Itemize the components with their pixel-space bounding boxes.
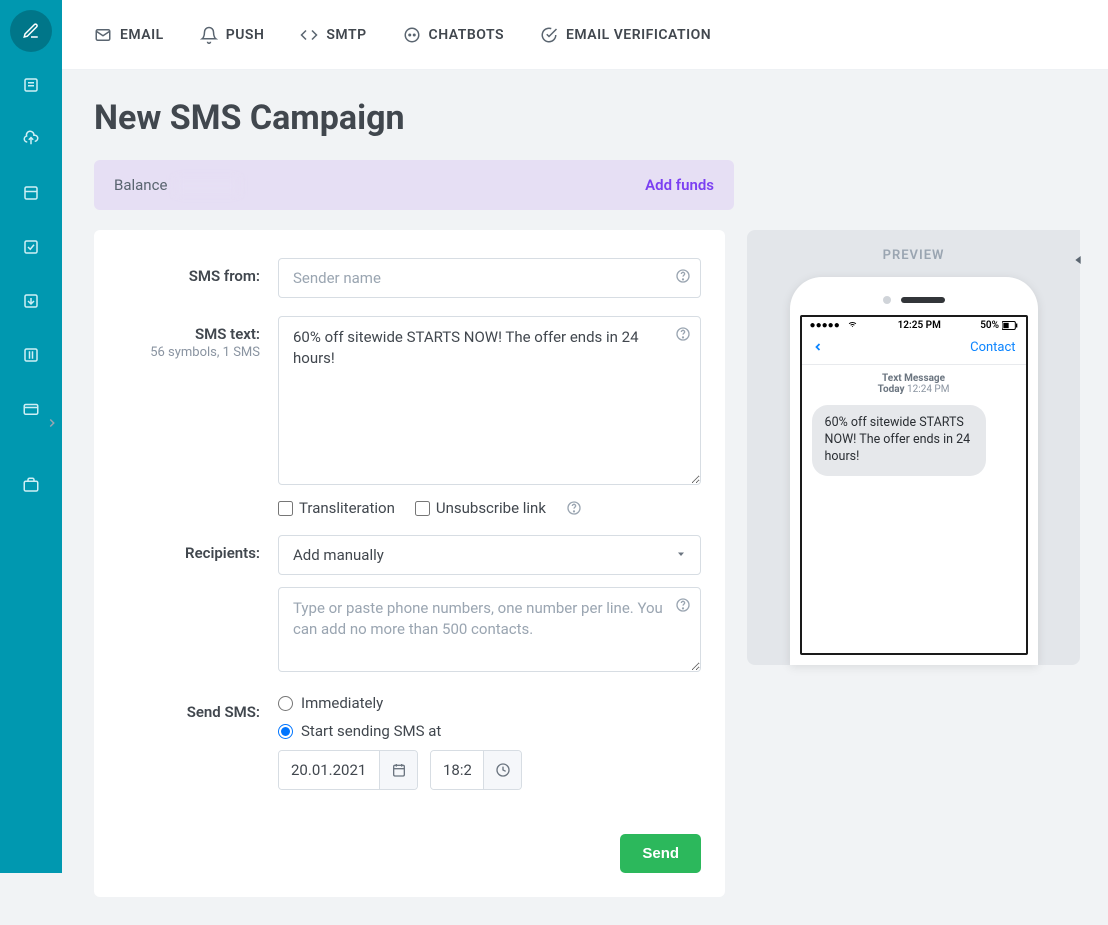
calendar-icon: [391, 762, 407, 778]
help-icon[interactable]: [675, 597, 691, 613]
unsubscribe-input[interactable]: [415, 501, 430, 516]
preview-panel: PREVIEW ●●●●● 12:25 PM 50%: [747, 230, 1080, 665]
help-icon[interactable]: [675, 268, 691, 284]
ab-icon: [22, 346, 40, 364]
templates-icon: [22, 184, 40, 202]
radio-immediately-input[interactable]: [278, 696, 293, 711]
sidebar: [0, 0, 62, 873]
sms-from-input[interactable]: [278, 258, 701, 298]
transliteration-input[interactable]: [278, 501, 293, 516]
date-input[interactable]: [279, 751, 379, 789]
unsubscribe-checkbox[interactable]: Unsubscribe link: [415, 499, 546, 517]
phone-battery-pct: 50%: [980, 320, 999, 331]
compose-icon: [22, 22, 40, 40]
preview-title: PREVIEW: [883, 248, 945, 263]
sidebar-item-briefcase[interactable]: [10, 464, 52, 506]
topnav-label: PUSH: [226, 27, 265, 43]
preview-collapse-icon[interactable]: [1070, 248, 1086, 272]
phone-time: 12:25 PM: [898, 320, 941, 331]
radio-scheduled-input[interactable]: [278, 724, 293, 739]
sidebar-item-compose[interactable]: [10, 10, 52, 52]
transliteration-label: Transliteration: [299, 499, 395, 517]
sms-text-input[interactable]: 60% off sitewide STARTS NOW! The offer e…: [278, 316, 701, 485]
phone-nav-bar: Contact: [802, 334, 1026, 365]
forms-icon: [22, 238, 40, 256]
topnav-label: EMAIL VERIFICATION: [566, 27, 711, 43]
recipients-label: Recipients:: [118, 535, 278, 562]
topnav-label: SMTP: [326, 27, 366, 43]
radio-immediately[interactable]: Immediately: [278, 694, 701, 712]
phone-contact: Contact: [970, 340, 1015, 355]
email-icon: [94, 26, 112, 44]
time-input[interactable]: [431, 751, 483, 789]
topnav-label: CHATBOTS: [429, 27, 504, 43]
balance-value-blurred: [175, 178, 239, 194]
sidebar-item-ab[interactable]: [10, 334, 52, 376]
sms-text-counter: 56 symbols, 1 SMS: [118, 345, 260, 360]
topnav-verification[interactable]: EMAIL VERIFICATION: [540, 26, 711, 44]
phone-msg-bubble: 60% off sitewide STARTS NOW! The offer e…: [812, 405, 986, 476]
topnav-chatbots[interactable]: CHATBOTS: [403, 26, 504, 44]
balance-label: Balance: [114, 176, 167, 194]
page-title: New SMS Campaign: [94, 98, 1080, 138]
phone-msg-header: Text Message Today 12:24 PM: [802, 365, 1026, 401]
send-sms-label: Send SMS:: [118, 694, 278, 721]
back-icon: [812, 338, 824, 356]
recipients-select[interactable]: Add manually: [278, 535, 701, 575]
help-icon[interactable]: [675, 326, 691, 342]
phone-screen: ●●●●● 12:25 PM 50% Contact: [800, 315, 1028, 655]
sidebar-expand-icon[interactable]: [45, 416, 59, 430]
payments-icon: [22, 400, 40, 418]
briefcase-icon: [22, 476, 40, 494]
topnav-email[interactable]: EMAIL: [94, 26, 164, 44]
main: New SMS Campaign Balance Add funds SMS f…: [62, 70, 1108, 925]
topnav-push[interactable]: PUSH: [200, 26, 265, 44]
topnav-label: EMAIL: [120, 27, 164, 43]
form-card: SMS from: SMS text: 56 symbols, 1 SMS 60…: [94, 230, 725, 897]
phone-notch: [800, 291, 1028, 307]
upload-icon: [22, 130, 40, 148]
transliteration-checkbox[interactable]: Transliteration: [278, 499, 395, 517]
radio-scheduled-label: Start sending SMS at: [301, 722, 441, 740]
clock-button[interactable]: [483, 751, 521, 789]
help-icon[interactable]: [566, 500, 582, 516]
sidebar-item-automation[interactable]: [10, 280, 52, 322]
clock-icon: [495, 762, 511, 778]
sidebar-item-lists[interactable]: [10, 64, 52, 106]
radio-scheduled[interactable]: Start sending SMS at: [278, 722, 701, 740]
signal-icon: ●●●●●: [810, 320, 859, 331]
list-icon: [22, 76, 40, 94]
sms-text-label: SMS text:: [195, 325, 260, 343]
automation-icon: [22, 292, 40, 310]
topnav: EMAIL PUSH SMTP CHATBOTS EMAIL VERIFICAT…: [62, 0, 1108, 70]
recipients-input[interactable]: [278, 587, 701, 672]
phone-mockup: ●●●●● 12:25 PM 50% Contact: [790, 277, 1038, 665]
code-icon: [300, 26, 318, 44]
topnav-smtp[interactable]: SMTP: [300, 26, 366, 44]
send-button[interactable]: Send: [620, 834, 701, 873]
battery-icon: [1002, 321, 1018, 330]
sidebar-item-templates[interactable]: [10, 172, 52, 214]
bell-icon: [200, 26, 218, 44]
radio-immediately-label: Immediately: [301, 694, 383, 712]
check-icon: [540, 26, 558, 44]
phone-status-bar: ●●●●● 12:25 PM 50%: [802, 317, 1026, 334]
sidebar-item-upload[interactable]: [10, 118, 52, 160]
sidebar-item-forms[interactable]: [10, 226, 52, 268]
add-funds-link[interactable]: Add funds: [645, 176, 714, 194]
sms-from-label: SMS from:: [118, 258, 278, 285]
chat-icon: [403, 26, 421, 44]
balance-bar: Balance Add funds: [94, 160, 734, 210]
unsubscribe-label: Unsubscribe link: [436, 499, 546, 517]
calendar-button[interactable]: [379, 751, 417, 789]
